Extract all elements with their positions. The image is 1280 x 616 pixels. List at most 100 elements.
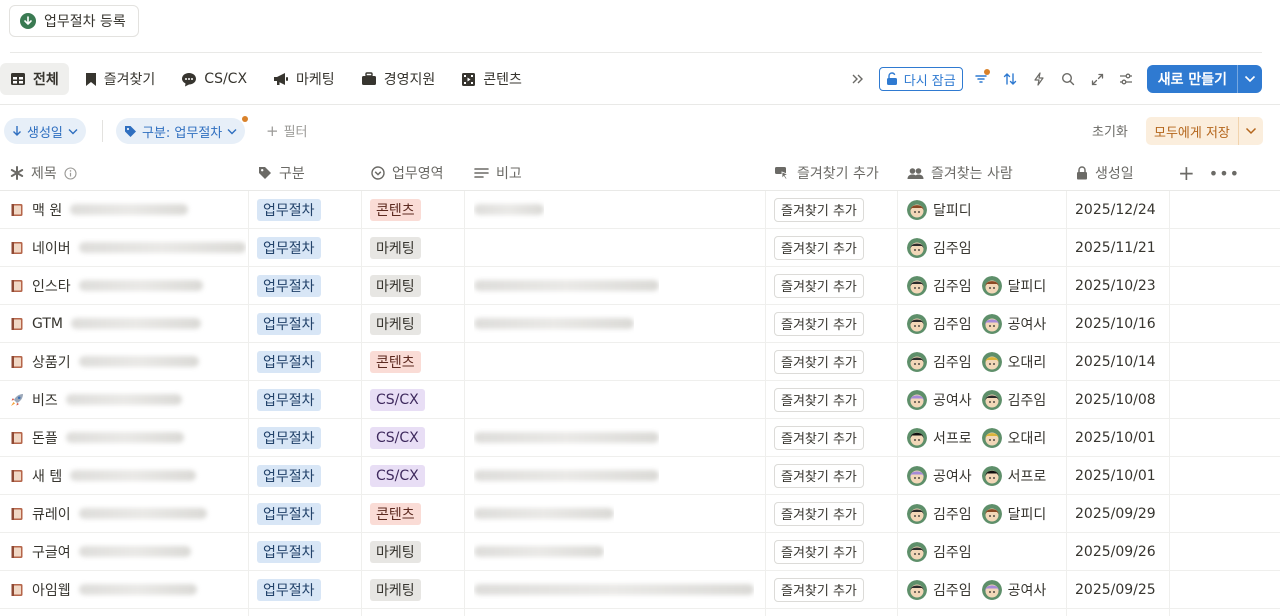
title-cell[interactable]: 인스타	[10, 267, 246, 304]
favorite-person[interactable]: 공여사	[981, 313, 1046, 334]
favorite-person[interactable]: 오대리	[981, 427, 1046, 448]
add-favorite-button[interactable]: 즐겨찾기 추가	[774, 387, 864, 412]
favorite-person[interactable]: 달피디	[981, 503, 1046, 524]
favorite-person[interactable]: 김주임	[981, 389, 1046, 410]
favorite-person[interactable]: 김주임	[907, 313, 972, 334]
fav-people-cell[interactable]: 공여사 김주임	[907, 381, 1066, 418]
category-cell[interactable]: 업무절차	[257, 381, 321, 418]
table-row[interactable]: 비즈 업무절차 CS/CX 즐겨찾기 추가 공여사 김주임 2025/10/08	[0, 381, 1280, 419]
category-filter-chip[interactable]: 구분: 업무절차	[116, 116, 249, 144]
favorite-person[interactable]: 김주임	[907, 351, 972, 372]
filter-lines-icon[interactable]	[967, 65, 996, 93]
favorite-person[interactable]: 서프로	[981, 465, 1046, 486]
expand-icon[interactable]	[1083, 65, 1112, 93]
fav-people-cell[interactable]: 김주임 달피디	[907, 495, 1066, 532]
add-favorite-button[interactable]: 즐겨찾기 추가	[774, 311, 864, 336]
table-row[interactable]: 네이버 업무절차 마케팅 즐겨찾기 추가 김주임 2025/11/21	[0, 229, 1280, 267]
relock-button[interactable]: 다시 잠금	[878, 67, 963, 91]
note-cell[interactable]	[474, 495, 614, 532]
area-cell[interactable]: 콘텐츠	[370, 343, 421, 380]
tab-favorites[interactable]: 즐겨찾기	[75, 63, 166, 95]
note-cell[interactable]	[474, 533, 604, 570]
area-cell[interactable]: 마케팅	[370, 267, 421, 304]
table-row[interactable]: GTM 업무절차 마케팅 즐겨찾기 추가 김주임 공여사 2025/10/16	[0, 305, 1280, 343]
table-row[interactable]: 큐레이 업무절차 콘텐츠 즐겨찾기 추가 김주임 달피디 2025/09/29	[0, 495, 1280, 533]
favorite-person[interactable]: 김주임	[907, 503, 972, 524]
area-cell[interactable]: 마케팅	[370, 533, 421, 570]
column-header-area[interactable]: 업무영역	[361, 155, 444, 191]
fav-people-cell[interactable]: 김주임 공여사	[907, 305, 1066, 342]
category-cell[interactable]: 업무절차	[257, 229, 321, 266]
settings-sliders-icon[interactable]	[1112, 65, 1141, 93]
column-header-created[interactable]: 생성일	[1066, 155, 1134, 191]
fav-people-cell[interactable]: 김주임 공여사	[907, 571, 1066, 608]
add-favorite-button[interactable]: 즐겨찾기 추가	[774, 463, 864, 488]
column-header-fav-people[interactable]: 즐겨찾는 사람	[897, 155, 1013, 191]
title-cell[interactable]: 비즈	[10, 381, 246, 418]
category-cell[interactable]: 업무절차	[257, 533, 321, 570]
lightning-icon[interactable]	[1025, 65, 1054, 93]
area-cell[interactable]: CS/CX	[370, 381, 425, 418]
page-title[interactable]: 맥 원	[32, 200, 62, 220]
page-title[interactable]: 구글여	[32, 542, 71, 562]
area-cell[interactable]: CS/CX	[370, 419, 425, 456]
favorite-person[interactable]: 김주임	[907, 579, 972, 600]
sort-arrows-icon[interactable]	[996, 65, 1025, 93]
fav-people-cell[interactable]: 달피디	[907, 191, 1066, 228]
tab-all[interactable]: 전체	[0, 63, 69, 95]
title-cell[interactable]: 네이버	[10, 229, 246, 266]
add-favorite-button[interactable]: 즐겨찾기 추가	[774, 235, 864, 260]
tab-management[interactable]: 경영지원	[351, 63, 446, 95]
page-title[interactable]: GTM	[32, 316, 63, 332]
favorite-person[interactable]: 오대리	[981, 351, 1046, 372]
note-cell[interactable]	[474, 267, 659, 304]
favorite-person[interactable]: 달피디	[907, 199, 972, 220]
fav-people-cell[interactable]: 김주임	[907, 229, 1066, 266]
add-favorite-button[interactable]: 즐겨찾기 추가	[774, 273, 864, 298]
favorite-person[interactable]: 김주임	[907, 275, 972, 296]
reset-button[interactable]: 초기화	[1092, 121, 1128, 140]
category-cell[interactable]: 업무절차	[257, 495, 321, 532]
title-cell[interactable]: 돈플	[10, 419, 246, 456]
tab-marketing[interactable]: 마케팅	[263, 63, 345, 95]
favorite-person[interactable]: 공여사	[907, 465, 972, 486]
column-header-title[interactable]: 제목	[0, 155, 77, 191]
note-cell[interactable]	[474, 305, 634, 342]
add-favorite-button[interactable]: 즐겨찾기 추가	[774, 425, 864, 450]
table-row[interactable]: 구글여 업무절차 마케팅 즐겨찾기 추가 김주임 2025/09/26	[0, 533, 1280, 571]
chevron-down-icon[interactable]	[1238, 75, 1262, 83]
fav-people-cell[interactable]: 서프로 오대리	[907, 419, 1066, 456]
area-cell[interactable]: 마케팅	[370, 305, 421, 342]
search-icon[interactable]	[1054, 65, 1083, 93]
title-cell[interactable]: 상품기	[10, 343, 246, 380]
fav-people-cell[interactable]: 김주임	[907, 533, 1066, 570]
title-cell[interactable]: 구글여	[10, 533, 246, 570]
area-cell[interactable]: CS/CX	[370, 457, 425, 494]
title-cell[interactable]: 아임웹	[10, 571, 246, 608]
tab-content[interactable]: 콘텐츠	[451, 63, 532, 95]
add-favorite-button[interactable]: 즐겨찾기 추가	[774, 349, 864, 374]
table-row[interactable]: 돈플 업무절차 CS/CX 즐겨찾기 추가 서프로 오대리 2025/10/01	[0, 419, 1280, 457]
category-cell[interactable]: 업무절차	[257, 343, 321, 380]
table-row[interactable]: 맥 원 업무절차 콘텐츠 즐겨찾기 추가 달피디 2025/12/24	[0, 191, 1280, 229]
save-for-everyone-button[interactable]: 모두에게 저장	[1146, 117, 1263, 145]
add-column-icon[interactable]: +	[1178, 163, 1195, 183]
add-filter-button[interactable]: + 필터	[266, 121, 308, 141]
category-cell[interactable]: 업무절차	[257, 305, 321, 342]
add-favorite-button[interactable]: 즐겨찾기 추가	[774, 577, 864, 602]
new-button[interactable]: 새로 만들기	[1146, 65, 1262, 93]
note-cell[interactable]	[474, 419, 659, 456]
area-cell[interactable]: 마케팅	[370, 229, 421, 266]
title-cell[interactable]: 새 템	[10, 457, 246, 494]
favorite-person[interactable]: 서프로	[907, 427, 972, 448]
add-favorite-button[interactable]: 즐겨찾기 추가	[774, 501, 864, 526]
page-title[interactable]: 아임웹	[32, 580, 71, 600]
page-title[interactable]: 돈플	[32, 428, 58, 448]
favorite-person[interactable]: 공여사	[981, 579, 1046, 600]
add-favorite-button[interactable]: 즐겨찾기 추가	[774, 197, 864, 222]
page-title[interactable]: 큐레이	[32, 504, 71, 524]
note-cell[interactable]	[474, 457, 659, 494]
table-row[interactable]: 인스타 업무절차 마케팅 즐겨찾기 추가 김주임 달피디 2025/10/23	[0, 267, 1280, 305]
column-header-category[interactable]: 구분	[248, 155, 305, 191]
note-cell[interactable]	[474, 571, 754, 608]
